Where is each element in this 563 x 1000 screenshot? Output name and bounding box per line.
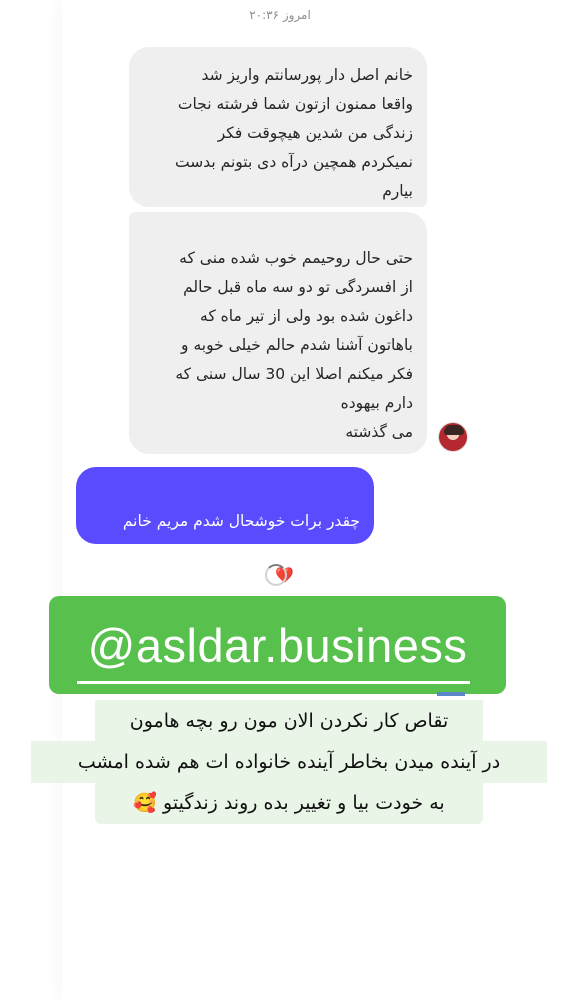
avatar-hair-shape [444,425,464,435]
message-timestamp: امروز ۲۰:۳۶ [249,8,311,22]
background-left [0,0,62,1000]
caption-line-1: تقاص کار نکردن الان مون رو بچه هامون [95,700,483,742]
incoming-message-1[interactable]: خانم اصل دار پورسانتم واریز شد واقعا ممن… [129,47,427,207]
caption-line-2: در آینده میدن بخاطر آینده خانواده ات هم … [31,741,547,783]
background-right [501,0,563,1000]
incoming-message-2[interactable]: حتی حال روحیمم خوب شده منی که از افسردگی… [129,212,427,454]
loading-spinner-icon [265,564,287,586]
outgoing-message-line-1: چقدر برات خوشحال شدم مریم خانم [122,512,360,530]
handle-banner[interactable]: @asldar.business [49,596,506,694]
outgoing-message[interactable]: چقدر برات خوشحال شدم مریم خانم هدفمند 😍❤… [76,467,374,584]
story-frame: امروز ۲۰:۳۶ خانم اصل دار پورسانتم واریز … [0,0,563,1000]
caption-line-3-text: به خودت بیا و تغییر بده روند زندگیتو [163,792,445,814]
business-handle[interactable]: @asldar.business [49,596,506,694]
outgoing-message-word: هدفمند [314,566,361,584]
handle-underline [77,681,470,684]
caption-line-3: به خودت بیا و تغییر بده روند زندگیتو 🥰 [95,782,483,824]
contact-avatar[interactable] [438,422,468,452]
outgoing-message-line-2: هدفمند 😍❤️ [90,562,360,589]
blue-accent-mark [437,692,465,696]
smiling-hearts-emoji-icon: 🥰 [133,792,157,814]
